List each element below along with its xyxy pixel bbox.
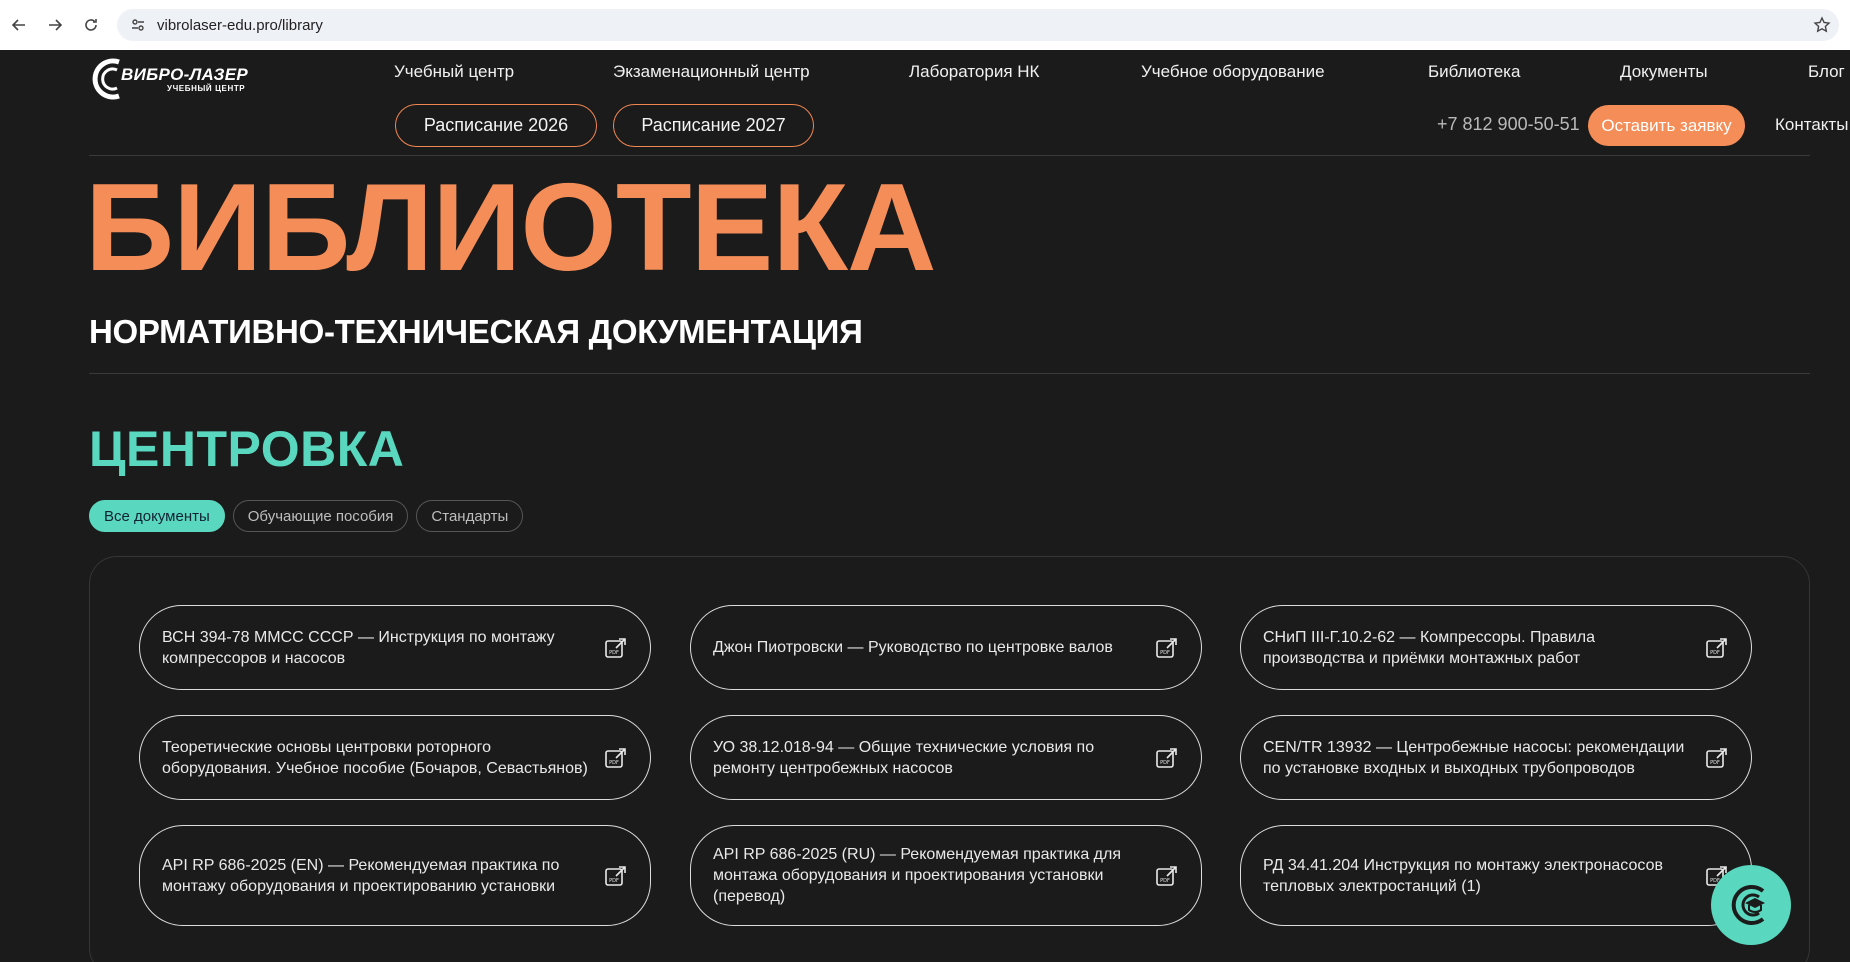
forward-button[interactable] — [38, 8, 72, 42]
hero-divider — [89, 373, 1810, 374]
document-card[interactable]: API RP 686-2025 (RU) — Рекомендуемая пра… — [690, 825, 1202, 926]
graduation-cap-icon — [1731, 885, 1765, 925]
svg-text:PDF: PDF — [1710, 760, 1720, 766]
document-card[interactable]: CEN/TR 13932 — Центробежные насосы: реко… — [1240, 715, 1752, 800]
address-bar[interactable]: vibrolaser-edu.pro/library — [117, 9, 1839, 41]
schedule-2026-button[interactable]: Расписание 2026 — [395, 104, 597, 147]
arrow-left-icon — [11, 19, 25, 31]
section-title: ЦЕНТРОВКА — [89, 421, 405, 477]
schedule-2027-button[interactable]: Расписание 2027 — [613, 104, 814, 147]
svg-text:PDF: PDF — [1160, 760, 1170, 766]
main-navigation: Учебный центр Экзаменационный центр Лабо… — [0, 62, 1850, 88]
nav-item-library[interactable]: Библиотека — [1428, 62, 1520, 82]
document-title: СНиП III-Г.10.2-62 — Компрессоры. Правил… — [1263, 628, 1595, 667]
contacts-link[interactable]: Контакты — [1775, 115, 1848, 135]
header-divider — [89, 155, 1810, 156]
document-card[interactable]: ВСН 394-78 ММСС СССР — Инструкция по мон… — [139, 605, 651, 690]
document-title: API RP 686-2025 (EN) — Рекомендуемая пра… — [162, 856, 560, 895]
phone-link[interactable]: +7 812 900-50-51 — [1437, 114, 1580, 135]
document-title: ВСН 394-78 ММСС СССР — Инструкция по мон… — [162, 628, 555, 667]
arrow-right-icon — [49, 19, 63, 31]
svg-text:PDF: PDF — [1160, 650, 1170, 656]
pdf-icon: PDF — [1706, 637, 1727, 658]
svg-text:PDF: PDF — [609, 878, 619, 884]
back-button[interactable] — [2, 8, 36, 42]
filter-standards[interactable]: Стандарты — [416, 500, 524, 532]
nav-item-exam-center[interactable]: Экзаменационный центр — [613, 62, 810, 82]
reload-button[interactable] — [74, 8, 108, 42]
document-card[interactable]: УО 38.12.018-94 — Общие технические усло… — [690, 715, 1202, 800]
bookmark-star-icon[interactable] — [1813, 16, 1831, 34]
page-title: БИБЛИОТЕКА — [85, 159, 937, 297]
pdf-icon: PDF — [1156, 747, 1177, 768]
document-title: CEN/TR 13932 — Центробежные насосы: реко… — [1263, 738, 1685, 777]
nav-item-ndt-lab[interactable]: Лаборатория НК — [909, 62, 1039, 82]
pdf-icon: PDF — [605, 865, 626, 886]
document-title: РД 34.41.204 Инструкция по монтажу элект… — [1263, 856, 1663, 895]
document-card[interactable]: СНиП III-Г.10.2-62 — Компрессоры. Правил… — [1240, 605, 1752, 690]
site-settings-icon[interactable] — [129, 16, 147, 34]
page-subtitle: НОРМАТИВНО-ТЕХНИЧЕСКАЯ ДОКУМЕНТАЦИЯ — [89, 313, 863, 350]
document-title: API RP 686-2025 (RU) — Рекомендуемая пра… — [713, 846, 1122, 905]
document-card[interactable]: API RP 686-2025 (EN) — Рекомендуемая пра… — [139, 825, 651, 926]
reload-icon — [85, 19, 97, 31]
svg-text:PDF: PDF — [609, 650, 619, 656]
pdf-icon: PDF — [1156, 637, 1177, 658]
document-title: Джон Пиотровски — Руководство по центров… — [713, 639, 1113, 656]
document-title: Теоретические основы центровки роторного… — [162, 738, 588, 777]
nav-item-blog[interactable]: Блог — [1808, 62, 1845, 82]
filter-training-manuals[interactable]: Обучающие пособия — [232, 500, 409, 532]
svg-text:PDF: PDF — [1160, 878, 1170, 884]
document-title: УО 38.12.018-94 — Общие технические усло… — [713, 738, 1095, 777]
document-card[interactable]: РД 34.41.204 Инструкция по монтажу элект… — [1240, 825, 1752, 926]
document-card[interactable]: Теоретические основы центровки роторного… — [139, 715, 651, 800]
document-card[interactable]: Джон Пиотровски — Руководство по центров… — [690, 605, 1202, 690]
filter-all-documents[interactable]: Все документы — [89, 500, 225, 532]
nav-item-training-center[interactable]: Учебный центр — [394, 62, 514, 82]
svg-text:PDF: PDF — [609, 760, 619, 766]
pdf-icon: PDF — [1156, 865, 1177, 886]
url-text[interactable]: vibrolaser-edu.pro/library — [157, 17, 323, 34]
pdf-icon: PDF — [605, 637, 626, 658]
browser-toolbar: vibrolaser-edu.pro/library — [0, 0, 1850, 50]
pdf-icon: PDF — [605, 747, 626, 768]
pdf-icon: PDF — [1706, 747, 1727, 768]
chat-widget-button[interactable] — [1711, 865, 1791, 945]
nav-item-equipment[interactable]: Учебное оборудование — [1141, 62, 1325, 82]
filter-tabs: Все документы Обучающие пособия Стандарт… — [89, 500, 524, 532]
nav-item-documents[interactable]: Документы — [1620, 62, 1708, 82]
submit-request-button[interactable]: Оставить заявку — [1588, 105, 1745, 146]
svg-text:PDF: PDF — [1710, 650, 1720, 656]
